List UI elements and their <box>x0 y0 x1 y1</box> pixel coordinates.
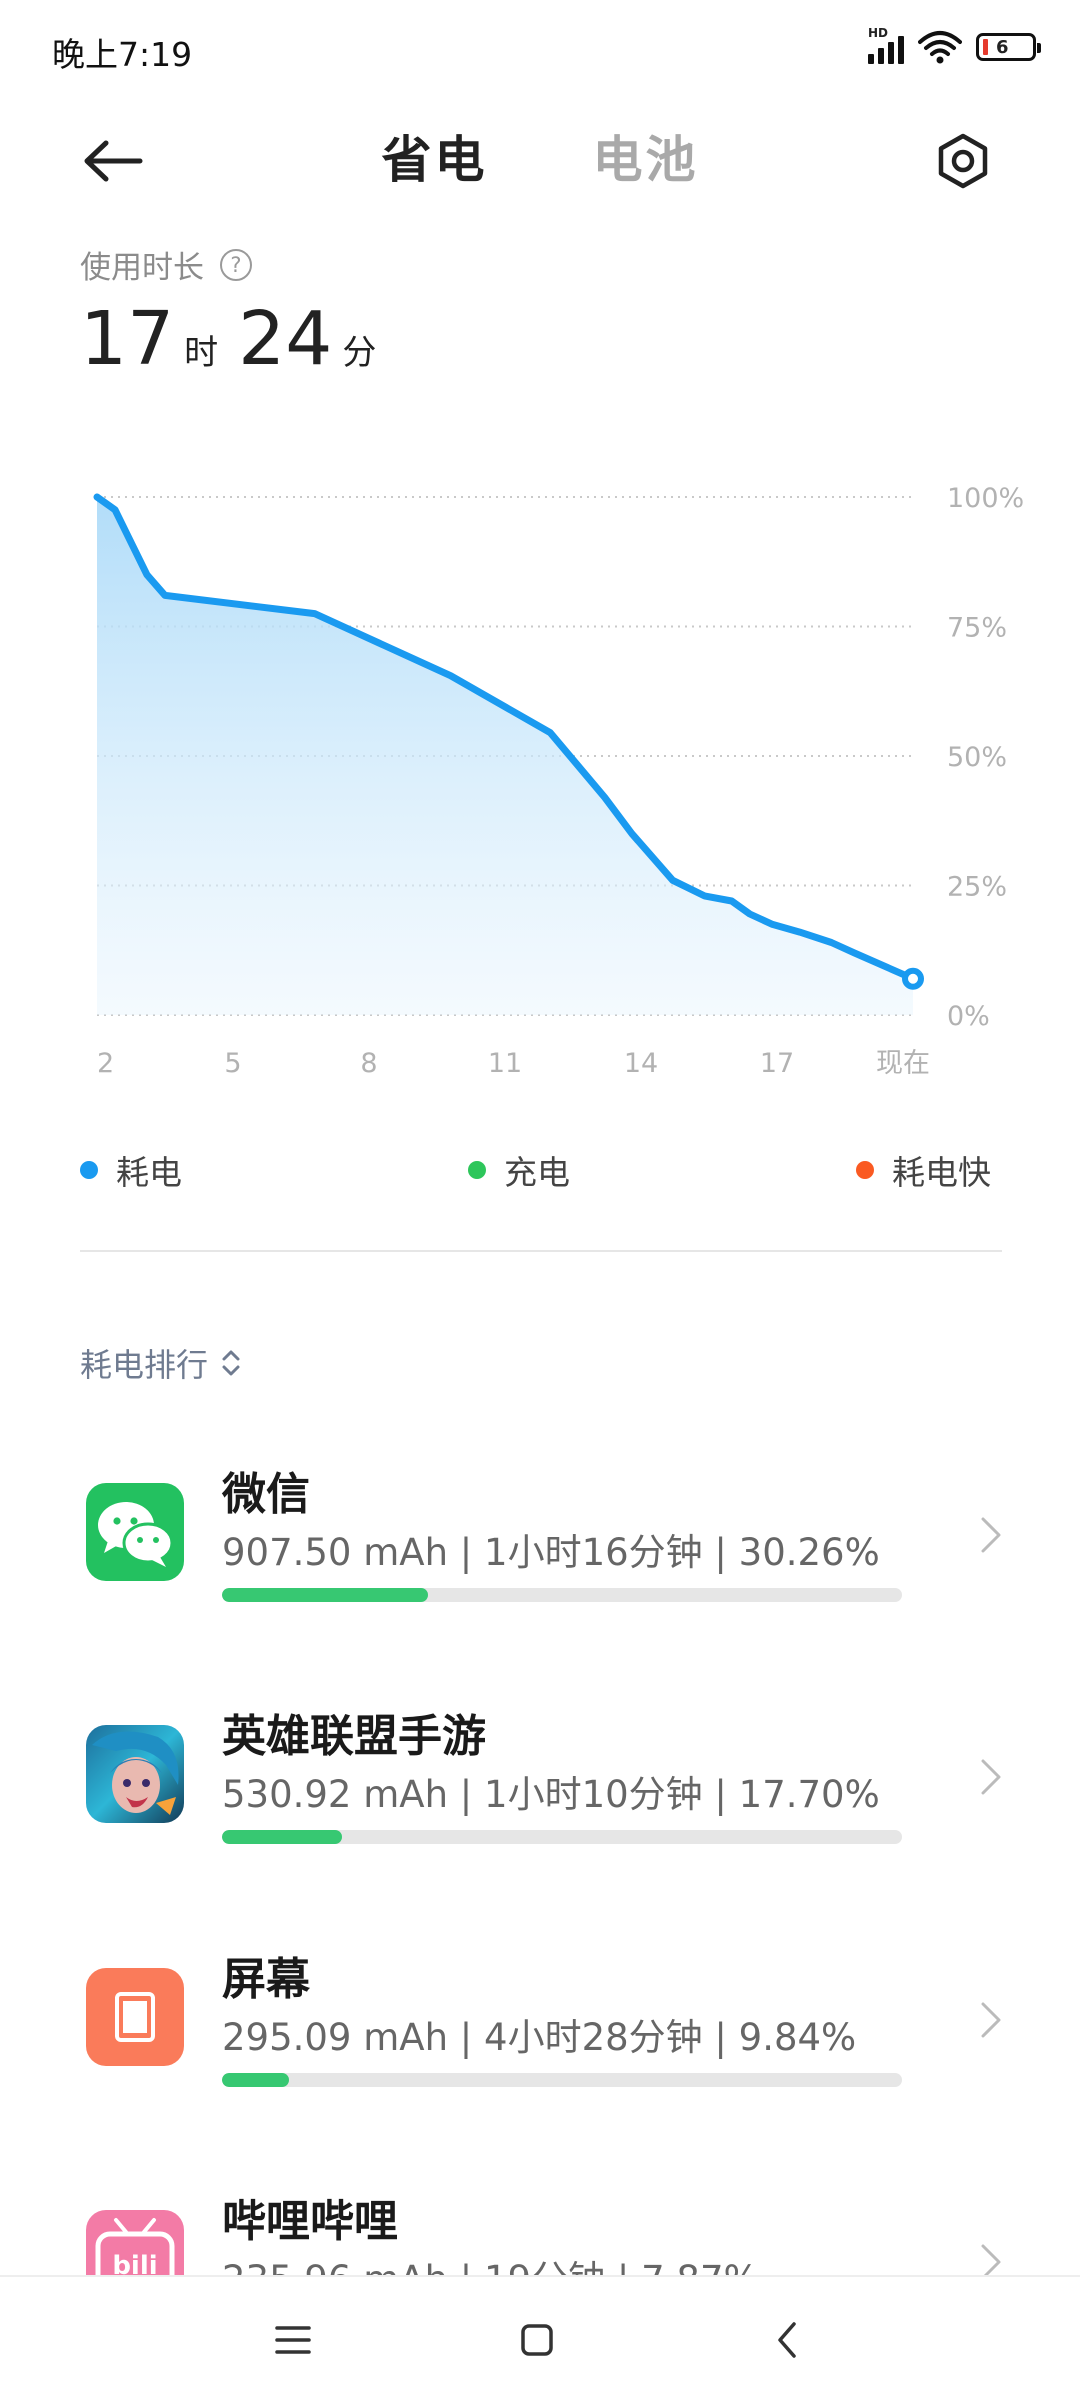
y-tick-label: 50% <box>947 742 1007 773</box>
app-usage-bar-fill <box>222 1588 428 1602</box>
app-stats: 907.50 mAh | 1小时16分钟 | 30.26% <box>222 1531 880 1574</box>
app-usage-bar-fill <box>222 1830 343 1844</box>
battery-icon: 6 <box>976 33 1041 61</box>
legend-item-fast-drain: 耗电快 <box>856 1146 991 1194</box>
app-row-wechat[interactable]: 微信 907.50 mAh | 1小时16分钟 | 30.26% <box>0 1430 1080 1640</box>
league-of-legends-icon <box>86 1725 184 1823</box>
app-name: 微信 <box>222 1469 310 1520</box>
back-icon <box>778 2322 796 2358</box>
legend-item-charge: 充电 <box>468 1146 570 1194</box>
menu-icon <box>275 2326 311 2354</box>
app-percent: 17.70% <box>738 1773 880 1816</box>
header-tabs: 省电 电池 <box>0 120 1080 192</box>
app-name: 屏幕 <box>222 1954 310 2005</box>
ranking-sort-toggle[interactable]: 耗电排行 <box>80 1340 242 1386</box>
app-mah: 295.09 mAh <box>222 2016 449 2059</box>
usage-value: 17 时 24 分 <box>80 296 396 382</box>
x-tick-label: 2 <box>97 1048 114 1079</box>
app-stats: 295.09 mAh | 4小时28分钟 | 9.84% <box>222 2016 857 2059</box>
settings-gear-icon <box>938 133 988 189</box>
app-usage-bar <box>222 1588 902 1602</box>
app-usage-bar <box>222 2073 902 2087</box>
x-tick-label: 14 <box>624 1048 658 1079</box>
settings-button[interactable] <box>928 126 998 196</box>
y-tick-label: 100% <box>947 483 1024 514</box>
app-row-league-of-legends[interactable]: 英雄联盟手游 530.92 mAh | 1小时10分钟 | 17.70% <box>0 1672 1080 1882</box>
y-tick-label: 25% <box>947 872 1007 903</box>
wifi-icon <box>918 31 962 64</box>
y-tick-label: 75% <box>947 613 1007 644</box>
legend-label-drain: 耗电 <box>116 1153 182 1192</box>
battery-level: 6 <box>996 36 1009 58</box>
app-name: 英雄联盟手游 <box>222 1711 486 1762</box>
x-tick-label: 17 <box>760 1048 794 1079</box>
help-icon[interactable]: ? <box>220 248 252 281</box>
screen-icon <box>86 1968 184 2066</box>
legend-item-drain: 耗电 <box>80 1146 182 1194</box>
chevron-right-icon <box>981 2002 1001 2038</box>
app-percent: 30.26% <box>738 1531 880 1574</box>
chart-current-point <box>902 967 924 990</box>
home-icon <box>521 2324 553 2356</box>
app-name: 哔哩哔哩 <box>222 2196 398 2247</box>
home-button[interactable] <box>502 2305 572 2375</box>
sort-updown-icon <box>222 1350 240 1376</box>
app-row-screen[interactable]: 屏幕 295.09 mAh | 4小时28分钟 | 9.84% <box>0 1915 1080 2125</box>
usage-label-row: 使用时长 ? <box>80 242 252 287</box>
legend-dot-drain <box>80 1161 98 1179</box>
app-mah: 530.92 mAh <box>222 1773 449 1816</box>
hd-signal-icon: HD <box>868 26 904 64</box>
battery-chart: 100% 75% 50% 25% 0% 2 5 8 11 14 17 现在 <box>93 483 1024 1079</box>
legend-label-fast-drain: 耗电快 <box>892 1153 991 1192</box>
app-mah: 907.50 mAh <box>222 1531 449 1574</box>
recent-apps-button[interactable] <box>258 2305 328 2375</box>
app-duration: 1小时16分钟 <box>484 1531 703 1574</box>
app-usage-bar <box>222 1830 902 1844</box>
x-tick-label: 现在 <box>876 1048 930 1079</box>
usage-hours: 17 <box>80 296 175 382</box>
y-tick-label: 0% <box>947 1001 990 1032</box>
ranking-title: 耗电排行 <box>80 1346 209 1384</box>
app-percent: 9.84% <box>738 2016 857 2059</box>
x-tick-label: 5 <box>224 1048 241 1079</box>
x-tick-label: 8 <box>360 1048 377 1079</box>
wechat-icon <box>86 1483 184 1581</box>
app-stats: 530.92 mAh | 1小时10分钟 | 17.70% <box>222 1773 880 1816</box>
legend-dot-fast-drain <box>856 1161 874 1179</box>
app-duration: 4小时28分钟 <box>484 2016 703 2059</box>
usage-minutes: 24 <box>238 296 333 382</box>
tab-battery[interactable]: 电池 <box>593 120 699 192</box>
usage-label: 使用时长 <box>80 250 204 286</box>
legend-dot-charge <box>468 1161 486 1179</box>
legend-label-charge: 充电 <box>504 1153 570 1192</box>
usage-hours-unit: 时 <box>184 333 219 373</box>
status-time: 晚上7:19 <box>52 35 193 74</box>
divider <box>80 1250 1002 1252</box>
app-usage-bar-fill <box>222 2073 289 2087</box>
chevron-right-icon <box>981 1759 1001 1795</box>
tab-power-saving[interactable]: 省电 <box>382 120 488 192</box>
hd-label: HD <box>868 26 889 40</box>
x-tick-label: 11 <box>488 1048 522 1079</box>
app-duration: 1小时10分钟 <box>484 1773 703 1816</box>
chevron-right-icon <box>981 1517 1001 1553</box>
system-back-button[interactable] <box>752 2305 822 2375</box>
usage-minutes-unit: 分 <box>342 333 377 373</box>
status-icons: HD 6 <box>868 26 1041 64</box>
